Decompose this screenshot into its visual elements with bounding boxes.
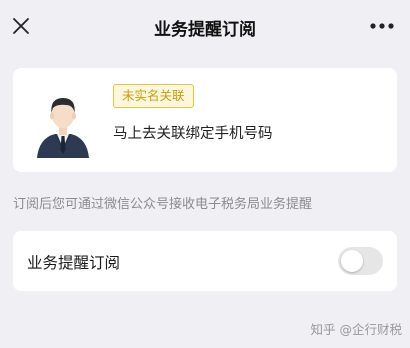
- bind-phone-link[interactable]: 马上去关联绑定手机号码: [113, 122, 273, 143]
- subscription-toggle[interactable]: [338, 247, 383, 275]
- user-avatar-icon: [33, 88, 93, 158]
- watermark: 知乎 @企行财税: [310, 322, 402, 337]
- page-title: 业务提醒订阅: [154, 20, 256, 40]
- subscription-label: 业务提醒订阅: [27, 254, 121, 272]
- user-binding-card[interactable]: 未实名关联 马上去关联绑定手机号码: [13, 68, 397, 172]
- toggle-knob: [341, 250, 363, 272]
- unverified-badge: 未实名关联: [113, 84, 194, 108]
- subscription-row: 业务提醒订阅: [13, 231, 397, 291]
- top-bar: 业务提醒订阅: [0, 0, 410, 54]
- more-icon: [370, 23, 394, 29]
- more-options-button[interactable]: [368, 15, 396, 37]
- subscription-hint: 订阅后您可通过微信公众号接收电子税务局业务提醒: [13, 197, 313, 212]
